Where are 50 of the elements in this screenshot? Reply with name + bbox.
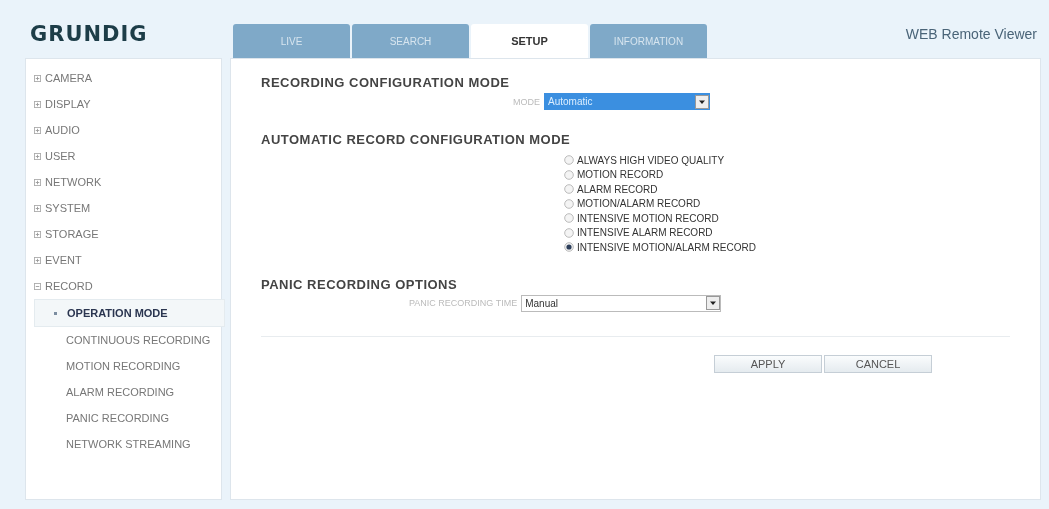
- radio-button[interactable]: [564, 169, 574, 180]
- sidebar-item[interactable]: USER: [45, 150, 76, 162]
- field-label: PANIC RECORDING TIME: [409, 298, 519, 308]
- field-label: MODE: [513, 96, 541, 107]
- sidebar-subitem[interactable]: ALARM RECORDING: [34, 379, 221, 405]
- sidebar-item[interactable]: EVENT: [45, 254, 82, 266]
- radio-label: INTENSIVE MOTION/ALARM RECORD: [577, 241, 756, 253]
- radio-label: MOTION RECORD: [577, 169, 664, 181]
- radio-label: ALWAYS HIGH VIDEO QUALITY: [577, 154, 725, 166]
- radio-label: ALARM RECORD: [577, 183, 658, 195]
- radio-label: INTENSIVE ALARM RECORD: [577, 227, 713, 239]
- sidebar-subitem[interactable]: NETWORK STREAMING: [34, 431, 221, 457]
- expand-icon[interactable]: [34, 204, 41, 212]
- action-button[interactable]: CANCEL: [824, 354, 932, 373]
- radio-button[interactable]: [564, 213, 574, 224]
- dropdown[interactable]: Manual: [521, 294, 722, 312]
- sidebar-item[interactable]: RECORD: [45, 280, 93, 292]
- dropdown[interactable]: Automatic: [544, 93, 710, 110]
- action-button[interactable]: APPLY: [714, 354, 822, 373]
- sidebar-subitem[interactable]: CONTINUOUS RECORDING: [34, 327, 221, 353]
- sidebar-item[interactable]: NETWORK: [45, 176, 102, 188]
- app-title: WEB Remote Viewer: [905, 26, 1038, 44]
- collapse-icon[interactable]: [34, 282, 41, 290]
- sidebar-subitem[interactable]: PANIC RECORDING: [34, 405, 221, 431]
- sidebar-subitem[interactable]: OPERATION MODE: [34, 299, 225, 327]
- expand-icon[interactable]: [34, 256, 41, 264]
- section-title: AUTOMATIC RECORD CONFIGURATION MODE: [261, 132, 572, 147]
- nav-tab[interactable]: SETUP: [471, 24, 588, 58]
- expand-icon[interactable]: [34, 230, 41, 238]
- sidebar-item[interactable]: STORAGE: [45, 228, 99, 240]
- expand-icon[interactable]: [34, 178, 41, 186]
- radio-button[interactable]: [564, 227, 574, 238]
- sidebar-item[interactable]: CAMERA: [45, 72, 93, 84]
- radio-button[interactable]: [564, 242, 574, 253]
- sidebar-item[interactable]: AUDIO: [45, 124, 80, 136]
- section-title: PANIC RECORDING OPTIONS: [261, 276, 459, 292]
- sidebar-item[interactable]: DISPLAY: [45, 98, 91, 110]
- expand-icon[interactable]: [34, 152, 41, 160]
- radio-button[interactable]: [564, 198, 574, 209]
- radio-button[interactable]: [564, 155, 574, 166]
- sidebar-item[interactable]: SYSTEM: [45, 202, 91, 214]
- expand-icon[interactable]: [34, 74, 41, 82]
- logo: GRUNDIG: [29, 22, 149, 48]
- radio-button[interactable]: [564, 184, 574, 195]
- expand-icon[interactable]: [34, 100, 41, 108]
- radio-label: MOTION/ALARM RECORD: [577, 198, 701, 210]
- section-title: RECORDING CONFIGURATION MODE: [261, 75, 511, 90]
- expand-icon[interactable]: [34, 126, 41, 134]
- radio-label: INTENSIVE MOTION RECORD: [577, 212, 719, 224]
- sidebar-subitem[interactable]: MOTION RECORDING: [34, 353, 221, 379]
